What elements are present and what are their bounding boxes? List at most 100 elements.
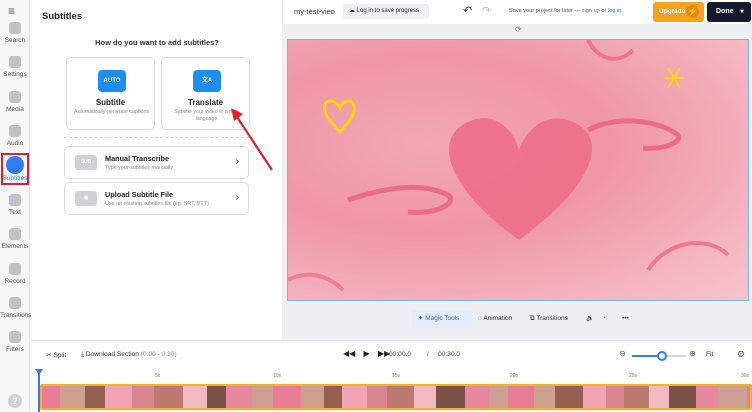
log-in-link[interactable]: log in [608, 8, 621, 14]
track-thumbnail [606, 386, 624, 408]
translate-icon: 文A [193, 70, 221, 92]
translate-card[interactable]: 文A Translate Subtitle your video in a ne… [161, 57, 250, 130]
option-title: Upload Subtitle File [105, 190, 174, 199]
ruler-tick: 30s [741, 373, 750, 379]
cloud-icon: ☁ [349, 8, 357, 14]
sidebar-item-label: Elements [1, 243, 29, 250]
track-thumbnail [105, 386, 132, 408]
track-thumbnail [718, 386, 747, 408]
sidebar-item-label: Settings [3, 71, 27, 78]
track-thumbnail [489, 386, 508, 408]
chevron-right-icon: › [235, 156, 239, 167]
ruler-tick: 5s [155, 373, 161, 379]
zoom-in-icon[interactable]: ⊕ [689, 349, 696, 358]
zoom-slider[interactable] [632, 351, 686, 361]
ruler-tick: 25s [629, 373, 638, 379]
split-button[interactable]: ✂ Split [46, 351, 66, 359]
play-icon[interactable]: ▶ [364, 349, 370, 358]
upgrade-button[interactable]: Upgrade ⚡ [653, 2, 704, 22]
track-thumbnail [85, 386, 105, 408]
transitions-label: Transitions [536, 315, 568, 322]
track-thumbnail [747, 386, 750, 408]
filters-icon [9, 331, 21, 343]
track-thumbnail [273, 386, 301, 408]
manual-transcribe-option[interactable]: SUB Manual Transcribe Type your subtitle… [64, 146, 249, 179]
track-thumbnail [367, 386, 387, 408]
auto-icon: AUTO [98, 70, 126, 92]
login-label: Log in to save progress [356, 8, 420, 14]
search-icon [9, 22, 21, 34]
sidebar-item-text[interactable]: Text [0, 194, 30, 216]
sidebar-item-record[interactable]: Record [0, 263, 30, 285]
zoom-slider-handle[interactable] [656, 351, 667, 361]
undo-icon[interactable]: ↶ [463, 4, 472, 17]
save-note: Save your project for later — sign up or… [509, 8, 621, 14]
panel-title: Subtitles [42, 11, 83, 22]
sign-up-link[interactable]: sign up [582, 8, 600, 14]
animation-button[interactable]: ◌ Animation [478, 310, 512, 328]
zoom-out-icon[interactable]: ⊖ [619, 349, 626, 358]
video-preview[interactable] [287, 39, 749, 301]
left-sidebar: ≡ Search Settings Media Audio Subtitles … [0, 0, 32, 412]
video-artwork [288, 40, 730, 292]
sidebar-item-search[interactable]: Search [0, 22, 30, 44]
chevron-right-icon: › [235, 192, 239, 203]
track-thumbnail [555, 386, 583, 408]
sidebar-item-label: Text [9, 209, 21, 216]
more-options-icon[interactable]: ••• [622, 310, 629, 328]
fit-button[interactable]: Fit [706, 351, 713, 358]
media-icon [9, 91, 21, 103]
gear-icon[interactable]: ⚙ [737, 349, 745, 360]
redo-icon[interactable]: ↷ [482, 4, 491, 17]
rewind-icon[interactable]: ◀◀ [343, 349, 355, 358]
login-to-save-button[interactable]: ☁ Log in to save progress [343, 4, 429, 19]
transitions-button[interactable]: ⧉ Transitions [530, 310, 568, 328]
track-thumbnail [154, 386, 183, 408]
card-description: Subtitle your video in a new language [174, 109, 239, 122]
sidebar-item-label: Record [4, 278, 26, 285]
project-name[interactable]: my-test-vieo [294, 7, 335, 16]
done-label: Done [716, 8, 734, 15]
subtitles-panel: Subtitles How do you want to add subtitl… [31, 0, 283, 340]
sidebar-item-filters[interactable]: Filters [0, 331, 30, 353]
highlight-box [1, 153, 29, 185]
video-track[interactable] [40, 384, 752, 410]
elements-icon [9, 228, 21, 240]
track-thumbnail [42, 386, 60, 408]
playhead[interactable] [38, 373, 40, 412]
download-label: Download Section [85, 351, 139, 358]
rotate-icon[interactable]: ⟳ [515, 25, 522, 34]
track-thumbnail [436, 386, 465, 408]
sidebar-item-label: Search [4, 37, 26, 44]
track-thumbnail [132, 386, 154, 408]
track-thumbnail [252, 386, 273, 408]
card-title: Translate [187, 98, 224, 107]
upload-subtitle-file-option[interactable]: ◉ Upload Subtitle File Use an existing s… [64, 182, 249, 215]
magic-tools-label: Magic Tools [425, 315, 460, 322]
magic-tools-button[interactable]: ✦ Magic Tools [412, 310, 472, 328]
ruler-tick: 15s [392, 373, 401, 379]
audio-icon [9, 125, 21, 137]
done-button[interactable]: Done ▼ [707, 2, 751, 22]
canvas-area: ⟳ ✦ Magic Tools ◌ Animation ⧉ Transition… [283, 24, 752, 340]
sidebar-item-audio[interactable]: Audio [0, 125, 30, 147]
track-thumbnail [649, 386, 669, 408]
menu-icon[interactable]: ≡ [8, 4, 15, 18]
option-title: Manual Transcribe [105, 154, 170, 163]
track-thumbnail [508, 386, 534, 408]
sidebar-item-elements[interactable]: Elements [0, 228, 30, 250]
card-description: Automatically generate captions [73, 109, 150, 115]
help-button[interactable]: ? [8, 394, 22, 408]
time-separator: / [427, 351, 429, 358]
auto-subtitle-card[interactable]: AUTO Subtitle Automatically generate cap… [66, 57, 155, 130]
sidebar-item-media[interactable]: Media [0, 91, 30, 113]
download-section-button[interactable]: ⤓ Download Section (0:00 - 0:30) [81, 351, 177, 359]
track-thumbnail [387, 386, 414, 408]
volume-icon[interactable]: 🔈 [586, 310, 594, 328]
track-thumbnail [624, 386, 649, 408]
save-note-text: Save your project for later — [509, 8, 581, 14]
sidebar-item-transitions[interactable]: Transitions [0, 297, 32, 319]
speed-icon[interactable]: ◔ [602, 310, 606, 328]
sidebar-item-settings[interactable]: Settings [0, 56, 30, 78]
track-thumbnail [207, 386, 226, 408]
